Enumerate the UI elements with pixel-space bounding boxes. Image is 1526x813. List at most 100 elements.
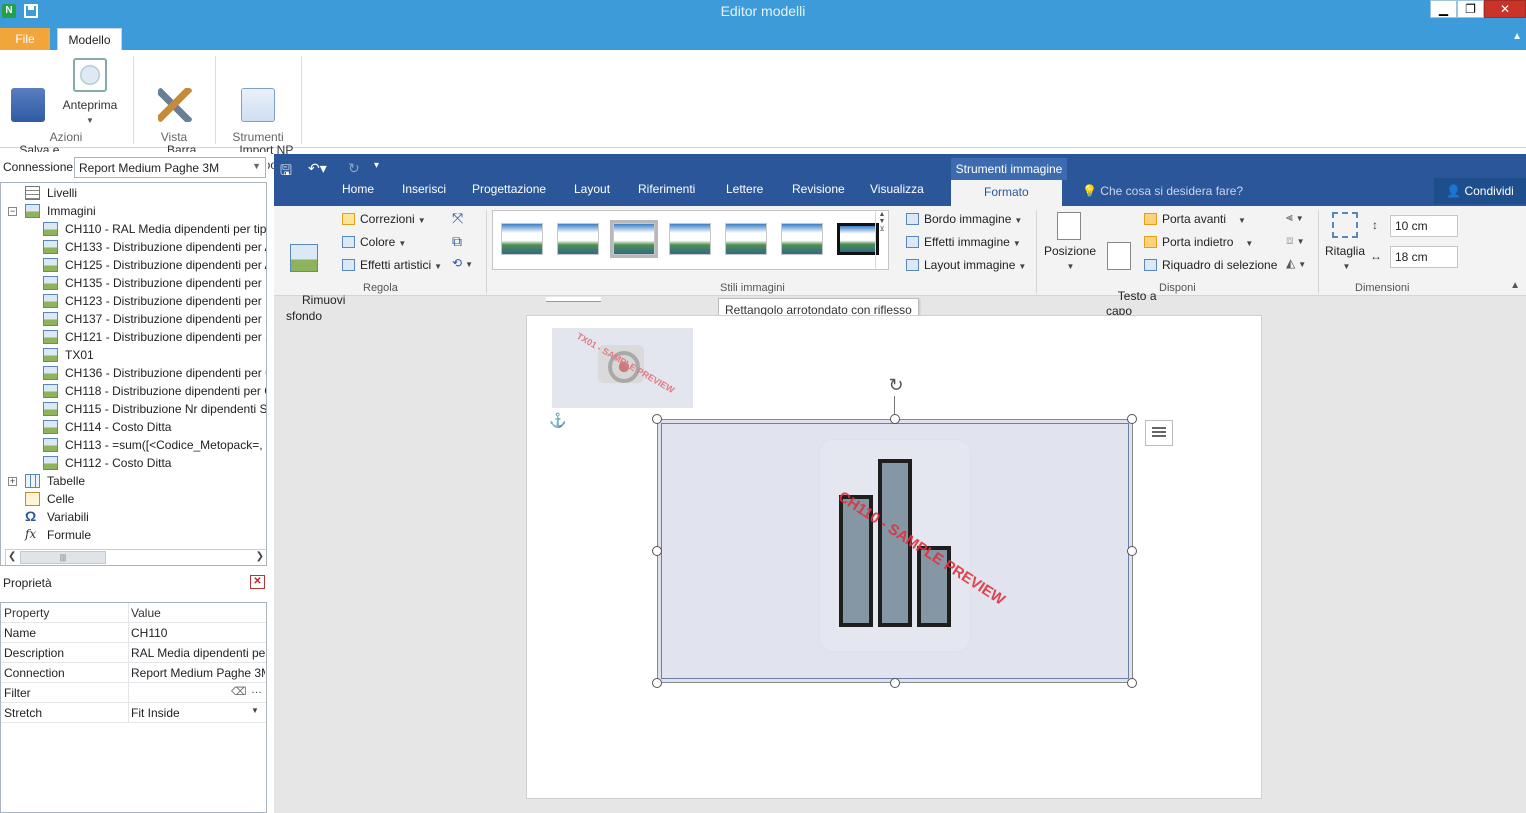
bring-forward-icon <box>1144 213 1157 225</box>
property-row[interactable]: Stretch Fit Inside ▼ <box>1 703 266 723</box>
word-tab[interactable]: Home <box>342 182 374 196</box>
compress-images-icon[interactable]: ⤧ <box>452 210 463 227</box>
effetti-artistici-button[interactable]: Effetti artistici ▼ <box>342 258 442 272</box>
scroll-left-icon[interactable]: ❮ <box>8 551 16 562</box>
word-tab[interactable]: Formato <box>951 180 1062 206</box>
rotate-handle-icon[interactable]: ↻ <box>885 374 907 396</box>
porta-indietro-button[interactable]: Porta indietro ▼ <box>1144 235 1253 249</box>
property-row[interactable]: Connection Report Medium Paghe 3M <box>1 663 266 683</box>
selected-chart-image[interactable]: CH110 - SAMPLE PREVIEW <box>652 414 1137 688</box>
height-input[interactable]: 10 cm <box>1390 215 1458 237</box>
collapse-toggle-immagini[interactable]: − <box>8 207 17 216</box>
left-panel: Connessione Report Medium Paghe 3M ▼ Liv… <box>0 152 268 813</box>
customize-qa-icon[interactable]: ▾ <box>374 160 379 171</box>
style-thumb[interactable] <box>781 223 823 255</box>
bordo-immagine-button[interactable]: Bordo immagine ▼ <box>906 212 1022 226</box>
word-tab[interactable]: Visualizza <box>870 182 924 196</box>
correzioni-button[interactable]: Correzioni ▼ <box>342 212 426 226</box>
layout-options-icon[interactable] <box>1145 420 1173 446</box>
resize-handle[interactable] <box>652 546 662 556</box>
tree-label: Variabili <box>47 510 89 524</box>
property-row[interactable]: Description RAL Media dipendenti per tipo <box>1 643 266 663</box>
width-input[interactable]: 18 cm <box>1390 246 1458 268</box>
posizione-button[interactable]: Posizione ▼ <box>1044 212 1096 272</box>
effetti-artistici-label: Effetti artistici <box>360 258 432 272</box>
property-value[interactable]: Fit Inside <box>131 706 265 720</box>
word-tab[interactable]: Progettazione <box>472 182 546 196</box>
eraser-icon[interactable]: ⌫ <box>231 685 247 698</box>
tab-modello[interactable]: Modello <box>57 28 122 51</box>
resize-handle[interactable] <box>1127 678 1137 688</box>
connection-select[interactable]: Report Medium Paghe 3M ▼ <box>74 157 266 178</box>
minimize-button[interactable]: ▁ <box>1430 0 1457 18</box>
rotate-icon[interactable]: ◭ ▼ <box>1286 256 1306 270</box>
close-button[interactable]: ✕ <box>1484 0 1526 18</box>
function-icon: fx <box>25 527 37 541</box>
style-thumb[interactable] <box>613 223 655 255</box>
tx01-image[interactable]: TX01 - SAMPLE PREVIEW <box>552 328 693 408</box>
align-icon[interactable]: ⫷ ▼ <box>1286 210 1304 225</box>
resize-handle[interactable] <box>890 678 900 688</box>
chevron-down-icon[interactable]: ▼ <box>251 706 259 715</box>
connection-value: Report Medium Paghe 3M <box>79 161 220 175</box>
document-page[interactable]: TX01 - SAMPLE PREVIEW ⚓ ↻ CH110 - SAMPLE… <box>526 315 1262 799</box>
tab-file[interactable]: File <box>0 28 50 50</box>
scroll-right-icon[interactable]: ❯ <box>256 551 264 562</box>
style-thumb[interactable] <box>501 223 543 255</box>
maximize-button[interactable]: ❐ <box>1457 0 1484 18</box>
tree-item-label: CH135 - Distribuzione dipendenti per E <box>65 276 267 290</box>
resize-handle[interactable] <box>1127 414 1137 424</box>
ritaglia-button[interactable]: Ritaglia ▼ <box>1324 212 1366 272</box>
reset-image-icon[interactable]: ⟲ ▼ <box>452 256 473 270</box>
resize-handle[interactable] <box>890 414 900 424</box>
style-thumb[interactable] <box>725 223 767 255</box>
ribbon-collapse-icon[interactable]: ▲ <box>1512 31 1522 42</box>
group-disponi: Disponi <box>1159 282 1196 294</box>
send-backward-icon <box>1144 236 1157 248</box>
share-button[interactable]: 👤 Condividi <box>1434 178 1526 204</box>
word-tab[interactable]: Layout <box>574 182 610 196</box>
undo-icon[interactable]: ↶▾ <box>308 160 327 177</box>
column-header-value: Value <box>131 606 161 620</box>
height-icon: ↕ <box>1372 218 1378 232</box>
word-save-icon[interactable]: 🖫 <box>280 160 292 184</box>
colore-button[interactable]: Colore ▼ <box>342 235 406 249</box>
import-document-icon <box>241 88 275 122</box>
anchor-icon[interactable]: ⚓ <box>549 412 566 429</box>
word-tab[interactable]: Inserisci <box>402 182 446 196</box>
porta-avanti-button[interactable]: Porta avanti ▼ <box>1144 212 1246 226</box>
property-value[interactable]: Report Medium Paghe 3M <box>131 666 265 680</box>
tree-item-label: CH112 - Costo Ditta <box>65 456 172 470</box>
rimuovi-sfondo-button[interactable]: Rimuovi sfondo <box>282 212 345 340</box>
image-icon <box>43 384 58 398</box>
tree-item-label: CH113 - =sum([<Codice_Metopack=, <box>65 438 263 452</box>
properties-close-icon[interactable]: ✕ <box>250 575 265 589</box>
word-tab[interactable]: Lettere <box>726 182 763 196</box>
expand-toggle-tabelle[interactable]: + <box>8 477 17 486</box>
layout-immagine-button[interactable]: Layout immagine ▼ <box>906 258 1026 272</box>
tree-horizontal-scrollbar[interactable]: ❮ ||| ❯ <box>5 549 266 565</box>
effetti-immagine-button[interactable]: Effetti immagine ▼ <box>906 235 1021 249</box>
column-divider <box>128 683 129 703</box>
property-value[interactable]: RAL Media dipendenti per tipo <box>131 646 265 660</box>
word-tab[interactable]: Riferimenti <box>638 182 695 196</box>
property-row[interactable]: Filter ⌫… <box>1 683 266 703</box>
resize-handle[interactable] <box>652 678 662 688</box>
resize-handle[interactable] <box>652 414 662 424</box>
anteprima-button[interactable]: Anteprima ▼ <box>58 58 122 128</box>
property-row[interactable]: Name CH110 <box>1 623 266 643</box>
property-value[interactable]: CH110 <box>131 626 265 640</box>
word-tab[interactable]: Revisione <box>792 182 845 196</box>
scroll-thumb[interactable]: ||| <box>20 551 106 564</box>
style-thumb-rounded-reflection[interactable] <box>837 223 879 255</box>
style-thumb[interactable] <box>669 223 711 255</box>
ellipsis-icon[interactable]: … <box>251 684 262 696</box>
ribbon-collapse-icon[interactable]: ▲ <box>1510 280 1520 291</box>
gallery-scroll[interactable]: ▲ ▼ ⊻ <box>875 211 888 269</box>
tell-me-search[interactable]: 💡 Che cosa si desidera fare? <box>1082 184 1243 198</box>
change-image-icon[interactable]: ⧉ <box>452 233 462 250</box>
style-thumb[interactable] <box>557 223 599 255</box>
colore-label: Colore <box>360 235 396 249</box>
riquadro-selezione-button[interactable]: Riquadro di selezione <box>1144 258 1277 272</box>
resize-handle[interactable] <box>1127 546 1137 556</box>
